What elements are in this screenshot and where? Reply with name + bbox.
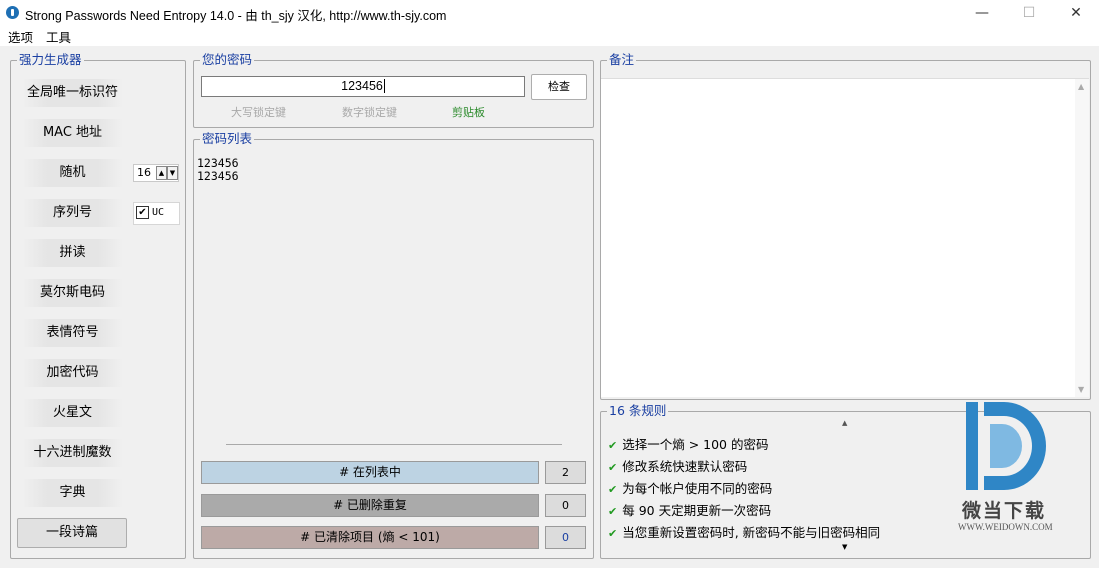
watermark-url: WWW.WEIDOWN.COM xyxy=(958,522,1053,532)
menu-tools[interactable]: 工具 xyxy=(46,27,71,46)
uc-label: UC xyxy=(152,207,165,218)
stat-removed-duplicates-bar: # 已删除重复 xyxy=(201,494,539,517)
stat-removed-duplicates-count: 0 xyxy=(545,494,586,517)
rules-scroll-up-icon[interactable]: ▲ xyxy=(842,419,847,427)
window-title: Strong Passwords Need Entropy 14.0 - 由 t… xyxy=(25,9,447,23)
uc-checkbox[interactable]: ✔ xyxy=(136,206,149,219)
scroll-up-icon[interactable]: ▲ xyxy=(1078,82,1084,91)
password-list-title: 密码列表 xyxy=(200,131,255,147)
check-icon: ✔ xyxy=(608,483,618,496)
check-icon: ✔ xyxy=(608,461,618,474)
pronounceable-button[interactable]: 拼读 xyxy=(22,239,123,267)
password-input[interactable]: 123456 xyxy=(201,76,525,97)
mac-address-button[interactable]: MAC 地址 xyxy=(22,119,123,147)
password-value: 123456 xyxy=(341,79,383,93)
stepper-up-icon[interactable]: ▲ xyxy=(156,166,167,180)
guid-button[interactable]: 全局唯一标识符 xyxy=(22,79,123,107)
check-icon: ✔ xyxy=(608,505,618,518)
poem-button[interactable]: 一段诗篇 xyxy=(17,518,127,548)
list-item: 123456 xyxy=(197,169,239,183)
password-list[interactable]: 123456 123456 xyxy=(197,157,239,183)
watermark-logo: 微当下载 WWW.WEIDOWN.COM xyxy=(958,400,1068,540)
rule-item: ✔ 选择一个熵 > 100 的密码 xyxy=(608,437,769,452)
stat-in-list-bar: # 在列表中 xyxy=(201,461,539,484)
morse-code-button[interactable]: 莫尔斯电码 xyxy=(22,279,123,307)
stepper-down-icon[interactable]: ▼ xyxy=(167,166,178,180)
notes-scrollbar[interactable]: ▲ ▼ xyxy=(1075,79,1089,397)
maximize-button[interactable]: ☐ xyxy=(1006,0,1052,26)
close-button[interactable]: ✕ xyxy=(1053,0,1099,26)
rule-item: ✔ 当您重新设置密码时, 新密码不能与旧密码相同 xyxy=(608,525,881,540)
menu-bar xyxy=(0,26,1099,46)
dictionary-button[interactable]: 字典 xyxy=(22,479,123,507)
random-button[interactable]: 随机 xyxy=(22,159,123,187)
watermark-brand: 微当下载 xyxy=(962,500,1047,522)
cipher-button[interactable]: 加密代码 xyxy=(22,359,123,387)
hex-magic-button[interactable]: 十六进制魔数 xyxy=(22,439,123,467)
check-icon: ✔ xyxy=(608,439,618,452)
num-lock-indicator: 数字锁定键 xyxy=(342,106,397,119)
stat-cleared-items-count: 0 xyxy=(545,526,586,549)
your-password-title: 您的密码 xyxy=(200,52,255,68)
emoticon-button[interactable]: 表情符号 xyxy=(22,319,123,347)
scroll-down-icon[interactable]: ▼ xyxy=(1078,385,1084,394)
stat-in-list-count: 2 xyxy=(545,461,586,484)
caps-lock-indicator: 大写锁定键 xyxy=(231,106,286,119)
check-icon: ✔ xyxy=(608,527,618,540)
generator-title: 强力生成器 xyxy=(17,52,84,68)
list-divider xyxy=(226,444,562,445)
rule-item: ✔ 为每个帐户使用不同的密码 xyxy=(608,481,773,496)
menu-options[interactable]: 选项 xyxy=(8,27,33,46)
clipboard-indicator[interactable]: 剪贴板 xyxy=(452,104,485,120)
rule-item: ✔ 修改系统快速默认密码 xyxy=(608,459,748,474)
rules-scroll-down-icon[interactable]: ▼ xyxy=(842,543,847,551)
minimize-button[interactable]: — xyxy=(959,0,1005,26)
app-icon xyxy=(6,6,19,19)
weidown-logo-icon xyxy=(966,402,1046,490)
stat-cleared-items-bar: # 已清除项目 (熵 < 101) xyxy=(201,526,539,549)
notes-textarea[interactable]: ▲ ▼ xyxy=(601,78,1089,397)
serial-number-button[interactable]: 序列号 xyxy=(22,199,123,227)
random-length-value: 16 xyxy=(137,166,151,179)
notes-title: 备注 xyxy=(607,52,637,68)
rules-title: 16 条规则 xyxy=(607,403,669,419)
check-button[interactable]: 检查 xyxy=(531,74,587,100)
rule-item: ✔ 每 90 天定期更新一次密码 xyxy=(608,503,772,518)
martian-text-button[interactable]: 火星文 xyxy=(22,399,123,427)
random-length-stepper[interactable]: 16 ▲ ▼ xyxy=(133,164,179,182)
uc-option: ✔ UC xyxy=(133,202,180,225)
